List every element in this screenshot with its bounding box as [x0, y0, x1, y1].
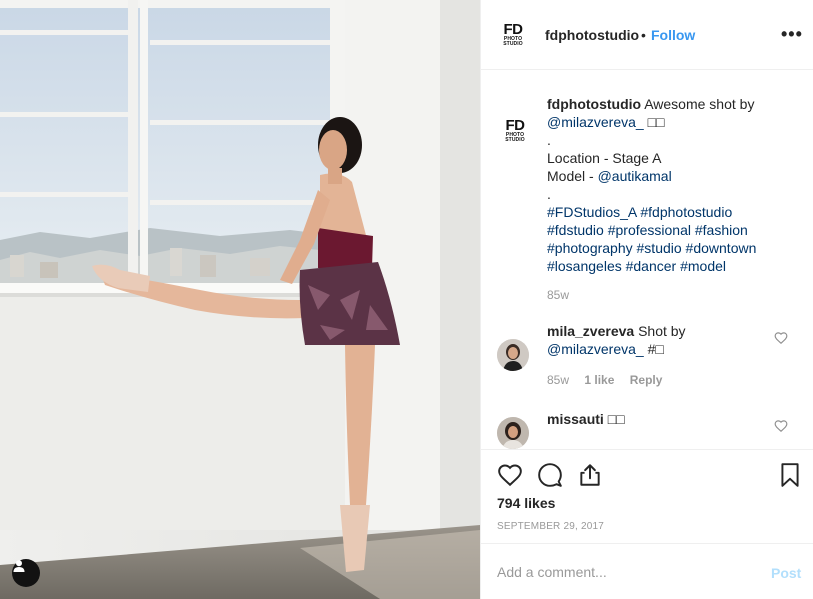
tagged-users-button[interactable]: [12, 559, 40, 587]
add-comment-input[interactable]: [497, 562, 757, 582]
caption-hashtags-2[interactable]: #fdstudio #professional #fashion: [547, 221, 797, 239]
user-icon: [13, 560, 25, 572]
like-heart-icon[interactable]: [497, 462, 523, 488]
comment-2-like-heart-icon[interactable]: [774, 419, 788, 433]
caption-hashtags-1[interactable]: #FDStudios_A #fdphotostudio: [547, 203, 797, 221]
caption-line-2: @milazvereva_ □□: [547, 113, 797, 131]
comment-2: missauti □□: [547, 410, 777, 428]
photo-illustration: [0, 0, 480, 599]
logo-subtext: PHOTO STUDIO: [503, 36, 523, 47]
caption-timestamp[interactable]: 85w: [547, 288, 569, 302]
comment-avatar-missauti[interactable]: [497, 417, 529, 449]
comment-1-text: Shot by: [638, 323, 686, 339]
more-options-icon[interactable]: •••: [781, 24, 803, 45]
follow-button[interactable]: Follow: [651, 27, 695, 43]
logo-text: FD: [503, 21, 524, 38]
comment-1-mention[interactable]: @milazvereva_: [547, 341, 644, 357]
comment-1-tail: #□: [647, 341, 664, 357]
post-caption: fdphotostudio Awesome shot by @milazvere…: [547, 95, 797, 275]
header-separator: •: [641, 27, 646, 43]
comment-2-text: □□: [607, 411, 625, 427]
save-bookmark-icon[interactable]: [777, 462, 803, 488]
post-header: FD PHOTO STUDIO fdphotostudio • Follow •…: [481, 0, 813, 70]
caption-model-mention[interactable]: @autikamal: [598, 168, 672, 184]
comment-1-likes[interactable]: 1 like: [584, 373, 614, 387]
post-photo[interactable]: [0, 0, 480, 599]
caption-location: Location - Stage A: [547, 150, 662, 166]
post-side-panel: FD PHOTO STUDIO fdphotostudio • Follow •…: [480, 0, 813, 599]
comment-1: mila_zvereva Shot by @milazvereva_ #□: [547, 322, 777, 358]
caption-hashtags-4[interactable]: #losangeles #dancer #model: [547, 257, 797, 275]
header-username-link[interactable]: fdphotostudio: [545, 27, 639, 43]
caption-dot-1: .: [547, 132, 551, 148]
caption-line-1: fdphotostudio Awesome shot by: [547, 95, 797, 113]
caption-hashtags-3[interactable]: #photography #studio #downtown: [547, 239, 797, 257]
caption-model-prefix: Model -: [547, 168, 598, 184]
share-icon[interactable]: [577, 462, 603, 488]
avatar-image: [497, 339, 529, 371]
caption-logo-subtext: PHOTO STUDIO: [505, 132, 525, 143]
comment-1-meta: 85w 1 like Reply: [547, 373, 674, 387]
caption-model-line: Model - @autikamal: [547, 167, 797, 185]
comment-2-username[interactable]: missauti: [547, 411, 604, 427]
comment-1-like-heart-icon[interactable]: [774, 331, 788, 345]
caption-avatar-logo[interactable]: FD PHOTO STUDIO: [499, 115, 531, 147]
caption-dot-2: .: [547, 186, 551, 202]
comment-1-reply-button[interactable]: Reply: [630, 373, 663, 387]
post-date[interactable]: SEPTEMBER 29, 2017: [497, 521, 604, 532]
comment-avatar-mila[interactable]: [497, 339, 529, 371]
caption-text: Awesome shot by: [644, 96, 755, 112]
caption-mention[interactable]: @milazvereva_: [547, 114, 644, 130]
likes-count[interactable]: 794 likes: [497, 495, 555, 511]
comment-1-time[interactable]: 85w: [547, 373, 569, 387]
add-comment-bar: Post: [481, 543, 813, 599]
caption-emoji: □□: [647, 114, 665, 130]
post-comment-button[interactable]: Post: [771, 565, 801, 581]
comment-1-username[interactable]: mila_zvereva: [547, 323, 634, 339]
comment-bubble-icon[interactable]: [537, 462, 563, 488]
caption-username[interactable]: fdphotostudio: [547, 96, 641, 112]
profile-avatar-logo[interactable]: FD PHOTO STUDIO: [497, 19, 529, 51]
avatar-image-2: [497, 417, 529, 449]
caption-logo-text: FD: [505, 117, 526, 134]
